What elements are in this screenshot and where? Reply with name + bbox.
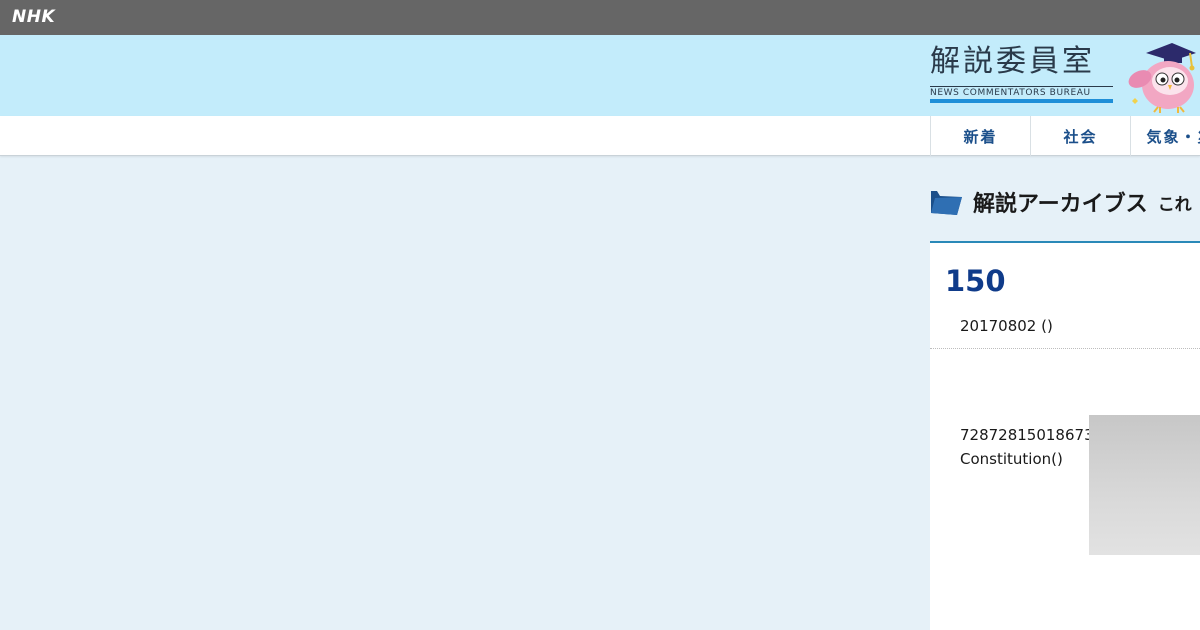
main-content: 解説アーカイブス これ 150 20170802 () 728728150186… [930, 156, 1200, 630]
site-subtitle: NEWS COMMENTATORS BUREAU [930, 86, 1113, 99]
nav-item-new[interactable]: 新着 [930, 116, 1030, 156]
main-nav: 新着 社会 気象・災 [0, 116, 1200, 156]
owl-mascot-icon [1128, 43, 1196, 113]
nav-list: 新着 社会 気象・災 [930, 116, 1200, 156]
top-bar: NHK [0, 0, 1200, 35]
article-date: 20170802 () [960, 317, 1053, 335]
section-heading: 解説アーカイブス これ [930, 186, 1200, 218]
nhk-logo[interactable]: NHK [12, 7, 55, 27]
nav-item-society[interactable]: 社会 [1030, 116, 1130, 156]
article-divider [930, 348, 1200, 349]
section-more-text[interactable]: これ [1158, 190, 1192, 215]
site-title-underline [930, 99, 1113, 103]
article-title: 150 [945, 264, 1006, 298]
section-title: 解説アーカイブス [973, 192, 1148, 217]
site-title[interactable]: 解説委員室 [930, 45, 1095, 79]
folder-icon [931, 191, 962, 215]
nav-item-weather-disaster[interactable]: 気象・災 [1130, 116, 1200, 156]
article-image [1089, 415, 1200, 555]
site-banner: 解説委員室 NEWS COMMENTATORS BUREAU [0, 35, 1200, 116]
